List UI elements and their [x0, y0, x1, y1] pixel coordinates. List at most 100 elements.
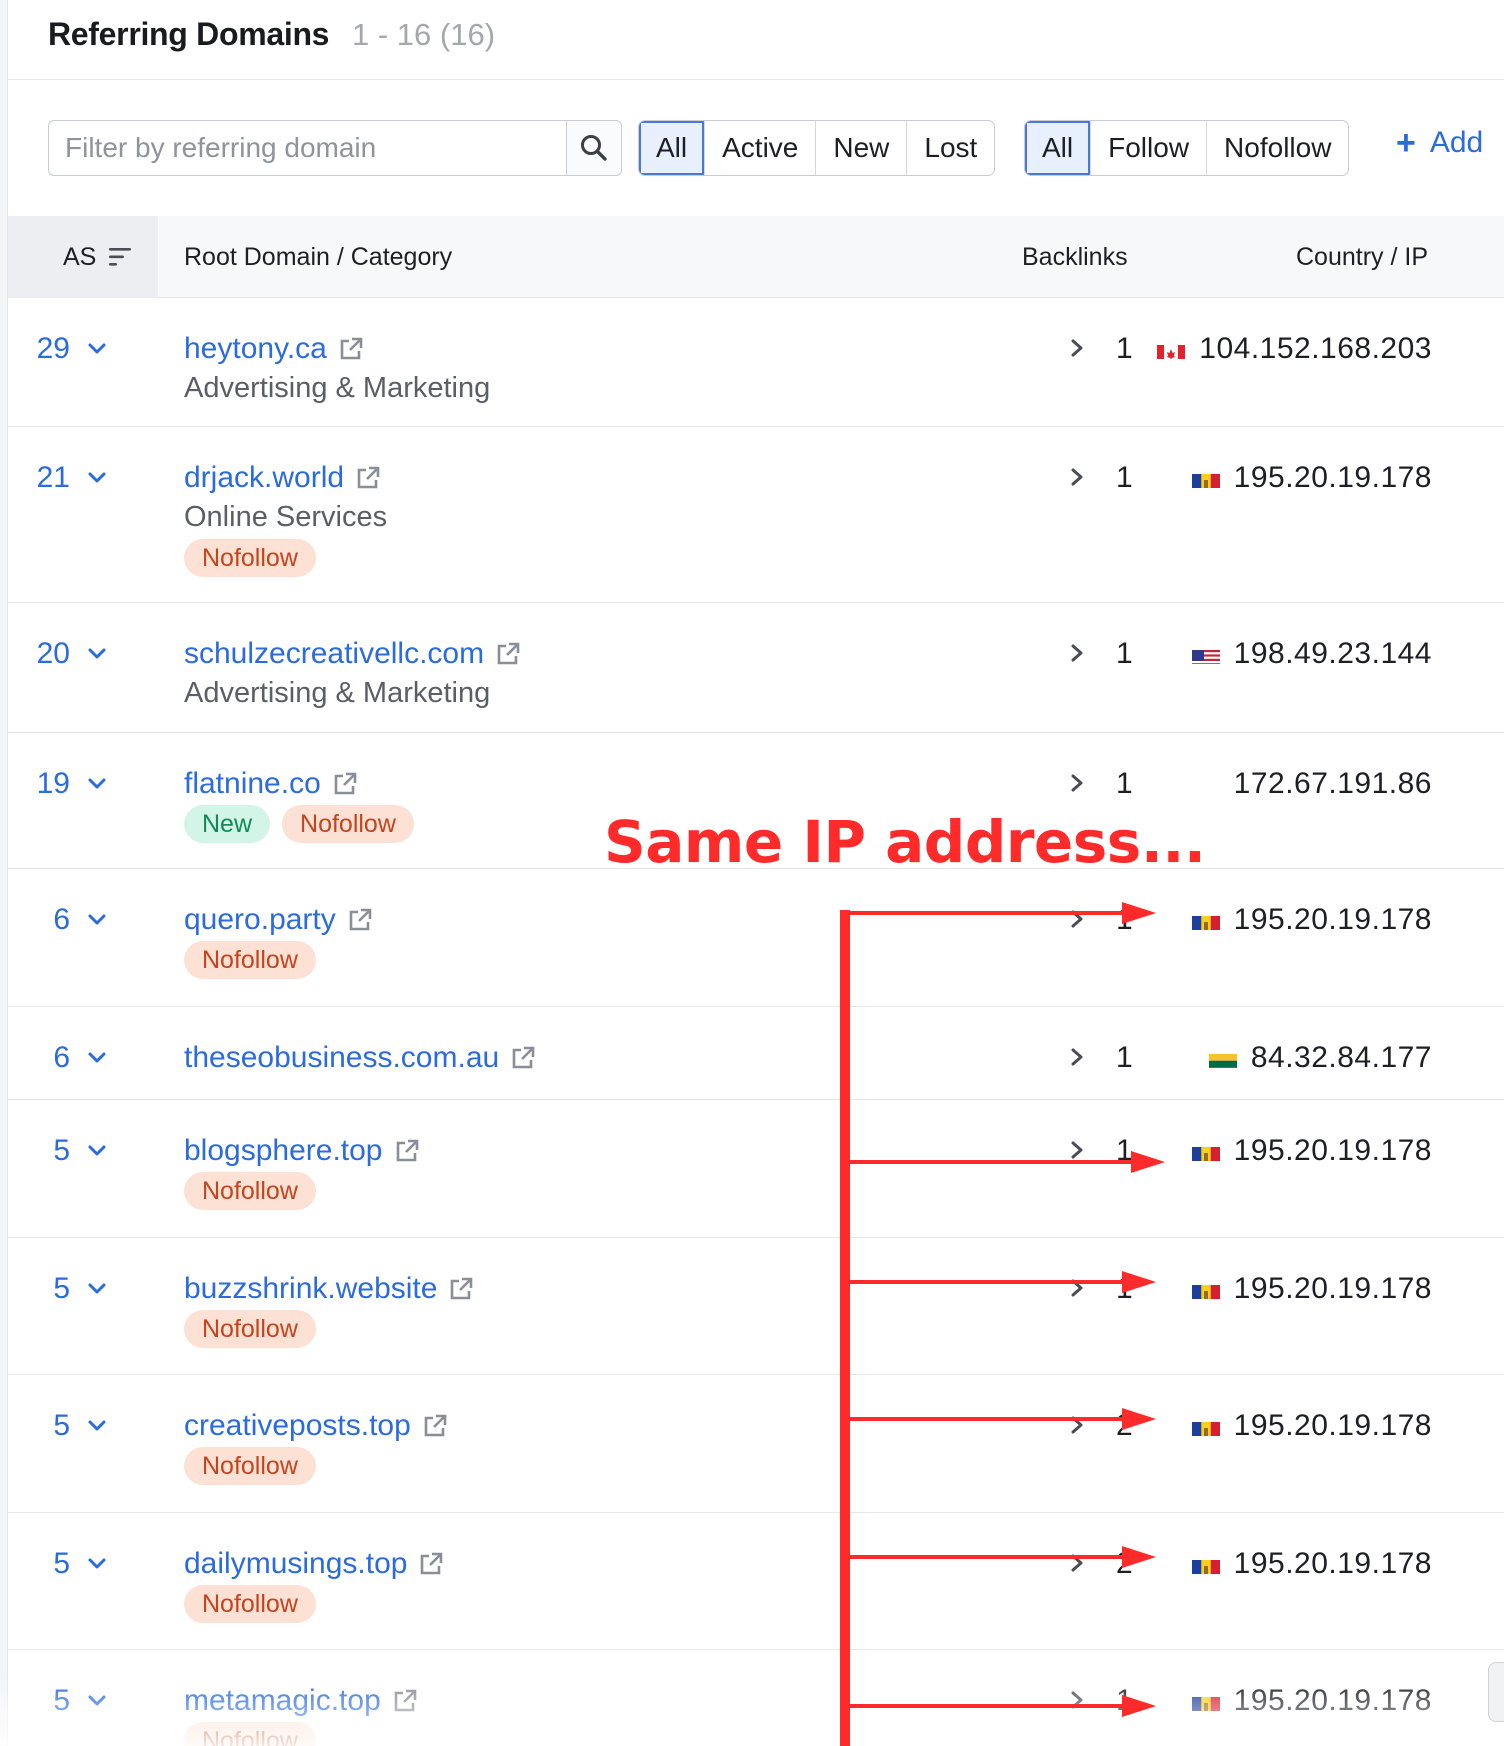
chevron-down-icon: [88, 1695, 106, 1706]
authority-score[interactable]: 5: [53, 1272, 108, 1306]
authority-score[interactable]: 29: [37, 332, 108, 366]
backlinks-count[interactable]: 1: [1116, 1684, 1133, 1718]
domain-name[interactable]: blogsphere.top: [184, 1134, 383, 1168]
external-link-icon[interactable]: [331, 770, 359, 798]
column-header-country[interactable]: Country / IP: [1296, 216, 1428, 298]
domain-link[interactable]: metamagic.top: [184, 1684, 419, 1718]
domain-name[interactable]: creativeposts.top: [184, 1409, 411, 1443]
column-header-backlinks[interactable]: Backlinks: [1022, 216, 1128, 298]
backlinks-count[interactable]: 1: [1116, 1272, 1133, 1306]
domain-link[interactable]: heytony.ca: [184, 332, 365, 366]
status-filter-group: All Active New Lost: [638, 120, 996, 176]
ip-address: 195.20.19.178: [1191, 1272, 1432, 1306]
domain-name[interactable]: dailymusings.top: [184, 1547, 407, 1581]
country-flag-icon: [1191, 1141, 1220, 1161]
domain-link[interactable]: buzzshrink.website: [184, 1272, 475, 1306]
expand-backlinks-icon[interactable]: [1066, 1045, 1088, 1069]
authority-score[interactable]: 5: [53, 1134, 108, 1168]
status-filter-lost[interactable]: Lost: [907, 121, 994, 175]
domain-name[interactable]: heytony.ca: [184, 332, 327, 366]
authority-score[interactable]: 6: [53, 903, 108, 937]
status-filter-active[interactable]: Active: [705, 121, 817, 175]
table-row: 21 drjack.world Online Services Nofollow 1 19…: [8, 427, 1504, 603]
domain-link[interactable]: dailymusings.top: [184, 1547, 445, 1581]
expand-backlinks-icon[interactable]: [1066, 771, 1088, 795]
authority-score[interactable]: 5: [53, 1409, 108, 1443]
domain-link[interactable]: flatnine.co: [184, 767, 359, 801]
backlinks-count[interactable]: 2: [1116, 1409, 1133, 1443]
nofollow-badge: Nofollow: [184, 1585, 316, 1623]
external-link-icon[interactable]: [447, 1275, 475, 1303]
table-header: AS Root Domain / Category Backlinks Coun…: [8, 216, 1504, 298]
external-link-icon[interactable]: [346, 906, 374, 934]
expand-backlinks-icon[interactable]: [1066, 465, 1088, 489]
expand-backlinks-icon[interactable]: [1066, 1276, 1088, 1300]
domain-name[interactable]: drjack.world: [184, 461, 344, 495]
table-row: 5 creativeposts.top Nofollow 2 195.20.19.178: [8, 1375, 1504, 1513]
status-filter-new[interactable]: New: [816, 121, 908, 175]
badge-group: Nofollow: [184, 1585, 316, 1623]
table-row: 6 theseobusiness.com.au 1 84.32.84.177: [8, 1007, 1504, 1100]
authority-score[interactable]: 21: [37, 461, 108, 495]
domain-link[interactable]: schulzecreativellc.com: [184, 637, 522, 671]
table-row: 6 quero.party Nofollow 1 195.20.19.178: [8, 869, 1504, 1007]
column-header-domain[interactable]: Root Domain / Category: [184, 216, 452, 298]
backlinks-count[interactable]: 1: [1116, 1134, 1133, 1168]
authority-score[interactable]: 20: [37, 637, 108, 671]
table-row: 5 metamagic.top Nofollow 1 195.20.19.178: [8, 1650, 1504, 1746]
external-link-icon[interactable]: [337, 335, 365, 363]
expand-backlinks-icon[interactable]: [1066, 1413, 1088, 1437]
domain-name[interactable]: flatnine.co: [184, 767, 321, 801]
backlinks-count[interactable]: 1: [1116, 461, 1133, 495]
expand-backlinks-icon[interactable]: [1066, 1138, 1088, 1162]
external-link-icon[interactable]: [421, 1412, 449, 1440]
results-count: 1 - 16 (16): [352, 17, 496, 52]
external-link-icon[interactable]: [417, 1550, 445, 1578]
status-filter-all[interactable]: All: [639, 121, 706, 175]
side-panel-handle[interactable]: [1488, 1662, 1504, 1722]
authority-score[interactable]: 19: [37, 767, 108, 801]
domain-link[interactable]: creativeposts.top: [184, 1409, 449, 1443]
domain-link[interactable]: theseobusiness.com.au: [184, 1041, 537, 1075]
link-type-filter-all[interactable]: All: [1025, 121, 1092, 175]
expand-backlinks-icon[interactable]: [1066, 641, 1088, 665]
external-link-icon[interactable]: [509, 1044, 537, 1072]
domain-name[interactable]: theseobusiness.com.au: [184, 1041, 499, 1075]
link-type-filter-nofollow[interactable]: Nofollow: [1207, 121, 1348, 175]
domain-name[interactable]: metamagic.top: [184, 1684, 381, 1718]
chevron-down-icon: [88, 1145, 106, 1156]
backlinks-count[interactable]: 1: [1116, 903, 1133, 937]
domain-filter-input[interactable]: [48, 120, 568, 176]
badge-group: Nofollow: [184, 539, 316, 577]
domain-name[interactable]: schulzecreativellc.com: [184, 637, 484, 671]
authority-score-value: 5: [53, 1547, 70, 1580]
link-type-filter-follow[interactable]: Follow: [1091, 121, 1208, 175]
backlinks-count[interactable]: 2: [1116, 1547, 1133, 1581]
expand-backlinks-icon[interactable]: [1066, 1551, 1088, 1575]
domain-name[interactable]: buzzshrink.website: [184, 1272, 437, 1306]
ip-value: 195.20.19.178: [1233, 1409, 1432, 1442]
expand-backlinks-icon[interactable]: [1066, 1688, 1088, 1712]
authority-score[interactable]: 6: [53, 1041, 108, 1075]
backlinks-count[interactable]: 1: [1116, 1041, 1133, 1075]
domain-link[interactable]: blogsphere.top: [184, 1134, 421, 1168]
backlinks-count[interactable]: 1: [1116, 332, 1133, 366]
expand-backlinks-icon[interactable]: [1066, 336, 1088, 360]
external-link-icon[interactable]: [354, 464, 382, 492]
backlinks-count[interactable]: 1: [1116, 767, 1133, 801]
backlinks-count[interactable]: 1: [1116, 637, 1133, 671]
column-header-as[interactable]: AS: [8, 216, 158, 298]
add-filter-button[interactable]: + Add: [1396, 126, 1483, 160]
authority-score[interactable]: 5: [53, 1547, 108, 1581]
external-link-icon[interactable]: [393, 1137, 421, 1165]
badge-group: Nofollow: [184, 1172, 316, 1210]
authority-score[interactable]: 5: [53, 1684, 108, 1718]
external-link-icon[interactable]: [391, 1687, 419, 1715]
domain-name[interactable]: quero.party: [184, 903, 336, 937]
external-link-icon[interactable]: [494, 640, 522, 668]
expand-backlinks-icon[interactable]: [1066, 907, 1088, 931]
domain-link[interactable]: quero.party: [184, 903, 374, 937]
country-flag-icon: [1191, 644, 1220, 664]
domain-link[interactable]: drjack.world: [184, 461, 382, 495]
search-button[interactable]: [566, 120, 622, 176]
